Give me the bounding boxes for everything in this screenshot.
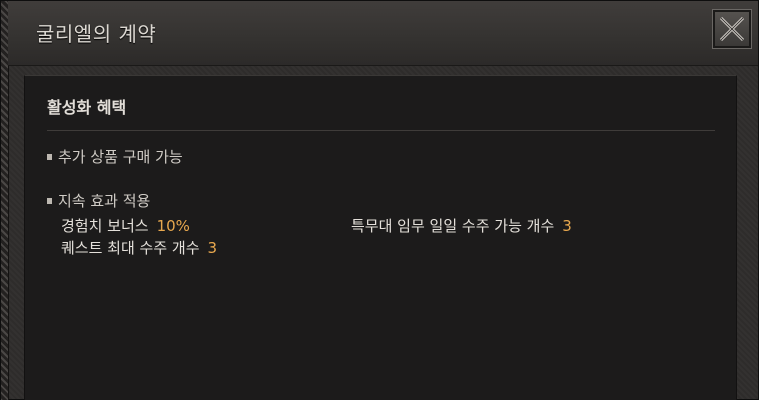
window-title: 굴리엘의 계약 xyxy=(36,22,157,46)
title-bar[interactable]: 굴리엘의 계약 xyxy=(8,1,758,66)
effect-value: 3 xyxy=(207,239,218,257)
square-bullet-icon xyxy=(47,153,52,160)
bullet-extra-purchase: 추가 상품 구매 가능 xyxy=(47,146,183,167)
bullet-label: 추가 상품 구매 가능 xyxy=(58,148,183,166)
effect-label: 퀘스트 최대 수주 개수 xyxy=(61,239,200,257)
effect-exp-bonus: 경험치 보너스 10% xyxy=(61,215,190,236)
section-divider xyxy=(47,130,715,131)
close-x-icon xyxy=(719,16,745,42)
effect-quest-max-count: 퀘스트 최대 수주 개수 3 xyxy=(61,237,217,258)
section-heading: 활성화 혜택 xyxy=(47,98,127,117)
square-bullet-icon xyxy=(47,197,52,204)
effect-value: 3 xyxy=(562,217,572,235)
bullet-label: 지속 효과 적용 xyxy=(58,192,151,210)
effect-squad-mission-count: 특무대 임무 일일 수주 가능 개수 3 xyxy=(351,215,572,236)
close-button[interactable] xyxy=(712,9,752,49)
effect-label: 경험치 보너스 xyxy=(61,217,149,235)
benefits-panel: 활성화 혜택 추가 상품 구매 가능 지속 효과 적용 경험치 보너스 10% 특… xyxy=(24,75,737,400)
bullet-lasting-effect: 지속 효과 적용 xyxy=(47,190,150,211)
contract-window: 굴리엘의 계약 활성화 혜택 추가 상품 구매 가능 지속 효과 적용 경험치 … xyxy=(0,0,759,400)
effect-label: 특무대 임무 일일 수주 가능 개수 xyxy=(351,217,555,235)
effect-value: 10% xyxy=(156,217,190,235)
